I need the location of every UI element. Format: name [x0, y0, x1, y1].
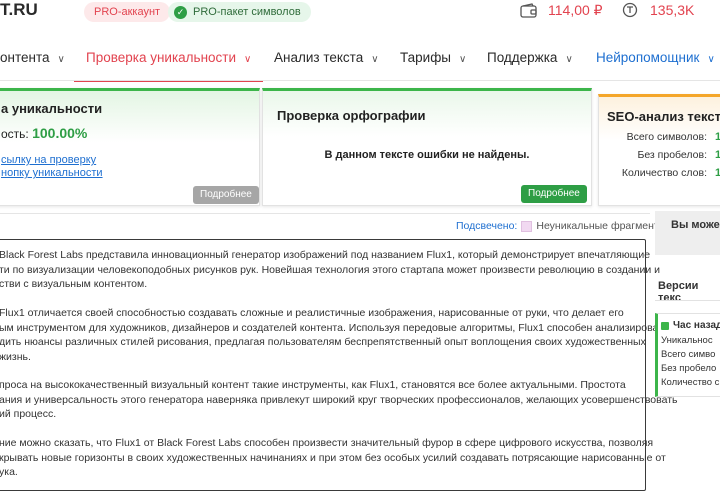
highlight-legend: Подсвечено: Неуникальные фрагменты	[456, 220, 666, 232]
version-title: Час назад	[673, 320, 720, 331]
version-card[interactable]: Час назад Уникальнос Всего симво Без про…	[655, 313, 720, 397]
nav-divider	[0, 80, 720, 81]
coin-icon	[622, 2, 638, 18]
text-line: ания и универсальность этого генератора …	[0, 393, 678, 406]
version-row: Уникальнос	[661, 335, 713, 346]
nav-item-label: Анализ текста	[274, 50, 364, 65]
version-row: Всего симво	[661, 349, 716, 360]
sidebar-promo-box: Вы може	[655, 211, 720, 255]
uniqueness-value: 100.00%	[32, 125, 88, 141]
nav-item-label: Нейропомощник	[596, 50, 700, 65]
seo-row-value: 1	[715, 131, 720, 143]
main-nav: онтента ∨ Проверка уникальности ∨ Анализ т…	[0, 40, 720, 82]
wallet-icon	[520, 2, 537, 18]
sidebar-divider	[655, 300, 720, 301]
balance-widget[interactable]: 114,00 ₽	[520, 2, 603, 19]
highlight-legend-text: Неуникальные фрагменты	[536, 220, 667, 232]
uniqueness-row: ость: 100.00%	[1, 125, 87, 141]
nav-item-support[interactable]: Поддержка ∨	[487, 40, 573, 80]
chevron-down-icon: ∨	[57, 54, 65, 65]
seo-row: Всего символов: 1	[601, 131, 720, 143]
text-editor[interactable]: Black Forest Labs представила инновацион…	[0, 239, 678, 491]
pro-symbols-label: PRO-пакет символов	[193, 6, 301, 18]
seo-row: Количество слов: 1	[601, 167, 720, 179]
text-line: проса на высококачественный визуальный к…	[0, 379, 626, 391]
chevron-down-icon: ∨	[371, 54, 379, 65]
spelling-card-title: Проверка орфографии	[277, 108, 426, 123]
text-line: ти по визуализации человекоподобных рису…	[0, 263, 660, 276]
highlight-label: Подсвечено:	[456, 220, 518, 232]
coins-value: 135,3K	[650, 2, 695, 18]
text-paragraph: ние можно сказать, что Flux1 от Black Fo…	[0, 436, 666, 480]
nav-item-label: онтента	[0, 50, 50, 65]
spelling-card: Проверка орфографии В данном тексте ошиб…	[262, 88, 592, 206]
balance-value: 114,00 ₽	[548, 2, 603, 18]
seo-card: SEO-анализ текста Всего символов: 1 Без …	[598, 94, 720, 206]
nav-item-analysis[interactable]: Анализ текста ∨	[274, 40, 379, 80]
version-row: Без пробело	[661, 363, 717, 374]
uniqueness-card: а уникальности ость: 100.00% сылку на пр…	[0, 88, 260, 206]
text-line: крывать новые горизонты в своих художест…	[0, 451, 666, 464]
seo-row-value: 1	[715, 167, 720, 179]
text-paragraph: проса на высококачественный визуальный к…	[0, 378, 678, 422]
nonunique-swatch	[521, 220, 533, 232]
chevron-down-icon: ∨	[244, 54, 252, 65]
text-line: ым инструментом для художников, дизайнер…	[0, 321, 678, 334]
text-line: стви с визуальным контентом.	[0, 278, 148, 290]
chevron-down-icon: ∨	[707, 54, 715, 65]
seo-row-label: Количество слов:	[621, 167, 707, 179]
spelling-result-message: В данном тексте ошибки не найдены.	[324, 149, 530, 161]
uniqueness-label: ость:	[1, 127, 29, 141]
seo-card-title: SEO-анализ текста	[607, 109, 720, 124]
chevron-down-icon: ∨	[459, 54, 467, 65]
uniqueness-card-title: а уникальности	[1, 101, 103, 116]
text-line: ука.	[0, 466, 18, 478]
text-line: ий процесс.	[0, 408, 57, 420]
text-line: дить нюансы различных стилей рисования, …	[0, 336, 646, 348]
section-divider	[0, 213, 650, 214]
nav-item-label: Проверка уникальности	[86, 50, 237, 65]
nav-item-label: Поддержка	[487, 50, 558, 65]
nav-item-label: Тарифы	[400, 50, 452, 65]
version-row: Количество с	[661, 377, 720, 388]
seo-row-label: Всего символов:	[626, 131, 707, 143]
coins-widget[interactable]: 135,3K	[622, 2, 694, 18]
site-logo[interactable]: T.RU	[0, 0, 38, 20]
text-paragraph: Black Forest Labs представила инновацион…	[0, 248, 660, 292]
seo-row-label: Без пробелов:	[637, 149, 707, 161]
lock-icon	[661, 321, 669, 330]
text-line: жизнь.	[0, 350, 31, 363]
nav-item-neuro[interactable]: Нейропомощник ∨	[596, 40, 715, 80]
spelling-details-button[interactable]: Подробнее	[521, 185, 587, 203]
chevron-down-icon: ∨	[565, 54, 573, 65]
nav-item-tariffs[interactable]: Тарифы ∨	[400, 40, 466, 80]
text-line: Black Forest Labs представила инновацион…	[0, 249, 651, 261]
seo-row-value: 1	[715, 149, 720, 161]
nav-item-uniqueness[interactable]: Проверка уникальности ∨	[74, 40, 264, 82]
seo-row: Без пробелов: 1	[601, 149, 720, 161]
link-send-to-check[interactable]: сылку на проверку	[1, 154, 96, 166]
text-line: ние можно сказать, что Flux1 от Black Fo…	[0, 437, 654, 449]
uniqueness-details-button[interactable]: Подробнее	[193, 186, 259, 204]
text-line: Flux1 отличается своей способностью созд…	[0, 307, 624, 319]
version-title-row: Час назад	[661, 320, 720, 331]
pro-account-badge[interactable]: PRO-аккаунт	[84, 2, 171, 22]
sidebar-promo-title: Вы може	[671, 219, 720, 231]
check-icon: ✓	[174, 5, 187, 19]
pro-symbols-badge[interactable]: ✓ PRO-пакет символов	[168, 2, 311, 22]
nav-item-content[interactable]: онтента ∨	[0, 40, 65, 80]
link-uniqueness-button[interactable]: нопку уникальности	[1, 167, 103, 179]
text-paragraph: Flux1 отличается своей способностью созд…	[0, 306, 677, 364]
